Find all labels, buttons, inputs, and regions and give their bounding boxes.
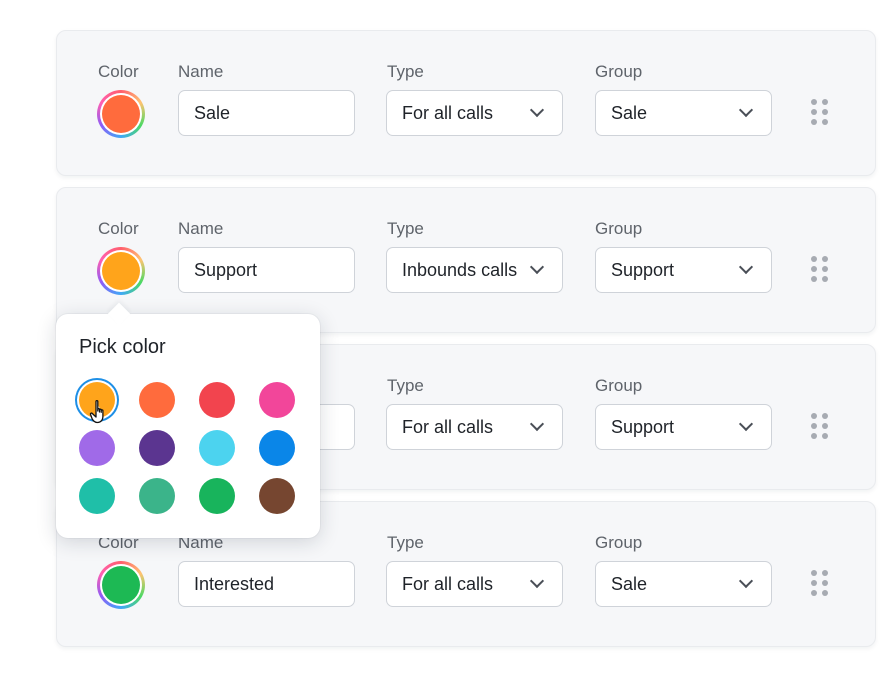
color-swatch-fill (102, 95, 140, 133)
name-label: Name (178, 219, 224, 238)
color-swatch-fill (102, 252, 140, 290)
group-select[interactable]: Support (595, 404, 772, 450)
type-label: Type (387, 533, 424, 552)
type-label: Type (387, 219, 424, 238)
tag-row-1: Color Name Type Group Sale For all calls… (56, 30, 876, 176)
color-option[interactable] (139, 478, 175, 514)
color-swatch-fill (102, 566, 140, 604)
group-label: Group (595, 219, 643, 238)
color-option[interactable] (199, 382, 235, 418)
chevron-down-icon (529, 573, 545, 589)
name-label: Name (178, 62, 224, 81)
name-input[interactable]: Sale (178, 90, 355, 136)
color-option[interactable] (139, 430, 175, 466)
hand-pointer-icon (89, 399, 104, 424)
color-option[interactable] (199, 478, 235, 514)
color-option[interactable] (199, 430, 235, 466)
chevron-down-icon (529, 259, 545, 275)
group-label: Group (595, 376, 643, 395)
group-label: Group (595, 533, 643, 552)
chevron-down-icon (738, 102, 754, 118)
color-option[interactable] (259, 382, 295, 418)
chevron-down-icon (738, 259, 754, 275)
chevron-down-icon (529, 416, 545, 432)
color-swatch-button[interactable] (97, 90, 145, 138)
type-select[interactable]: For all calls (386, 90, 563, 136)
color-swatch-button[interactable] (97, 247, 145, 295)
chevron-down-icon (738, 573, 754, 589)
type-select[interactable]: Inbounds calls (386, 247, 563, 293)
drag-handle-icon[interactable] (811, 413, 829, 441)
group-label: Group (595, 62, 643, 81)
tag-row-2: Color Name Type Group Support Inbounds c… (56, 187, 876, 333)
color-option[interactable] (259, 430, 295, 466)
type-select[interactable]: For all calls (386, 561, 563, 607)
color-picker-popover: Pick color (56, 302, 320, 538)
color-label: Color (98, 62, 139, 81)
color-option[interactable] (79, 478, 115, 514)
group-select[interactable]: Sale (595, 561, 772, 607)
group-select[interactable]: Support (595, 247, 772, 293)
color-option[interactable] (79, 430, 115, 466)
type-label: Type (387, 376, 424, 395)
chevron-down-icon (529, 102, 545, 118)
name-input[interactable]: Interested (178, 561, 355, 607)
name-input[interactable]: Support (178, 247, 355, 293)
drag-handle-icon[interactable] (811, 570, 829, 598)
drag-handle-icon[interactable] (811, 256, 829, 284)
drag-handle-icon[interactable] (811, 99, 829, 127)
chevron-down-icon (738, 416, 754, 432)
color-picker-title: Pick color (79, 336, 166, 358)
type-label: Type (387, 62, 424, 81)
color-label: Color (98, 219, 139, 238)
group-select[interactable]: Sale (595, 90, 772, 136)
type-select[interactable]: For all calls (386, 404, 563, 450)
color-swatch-button[interactable] (97, 561, 145, 609)
color-option[interactable] (259, 478, 295, 514)
color-option[interactable] (139, 382, 175, 418)
